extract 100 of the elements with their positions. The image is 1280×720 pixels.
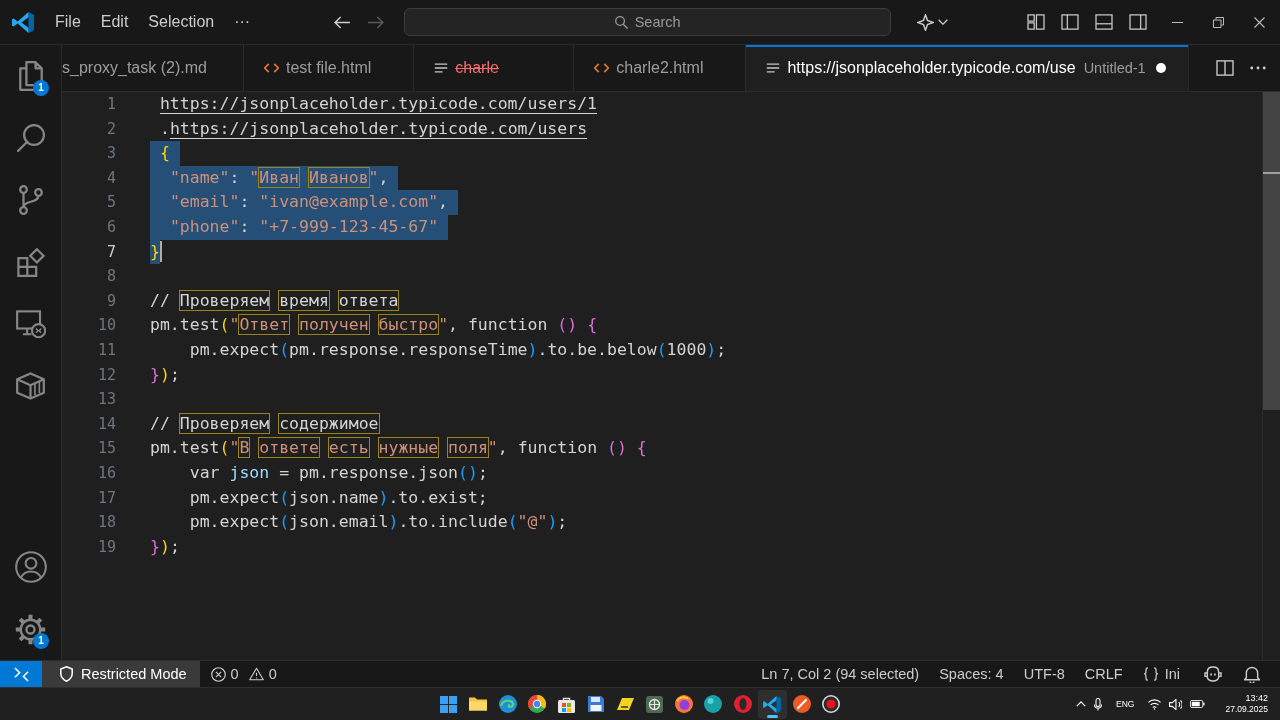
lines-icon [766,63,781,73]
ring-icon[interactable] [733,695,752,713]
wifi-icon[interactable] [1148,698,1162,710]
branch-icon[interactable] [18,185,43,215]
input-language[interactable]: ENG [1116,699,1135,709]
orb-icon[interactable] [704,695,723,713]
line-number: 8 [106,267,116,286]
line-number: 5 [106,193,116,212]
tag-icon[interactable] [616,698,634,710]
unsaved-dot-icon[interactable] [1155,63,1166,73]
blocks-icon[interactable] [16,247,45,277]
tab-description: Untitled-1 [1083,60,1146,76]
line-number: 17 [97,488,116,507]
search-icon[interactable] [16,124,45,152]
clock-date[interactable]: 27.09.2025 [1225,704,1268,715]
files-icon[interactable] [17,61,44,91]
line-number: 11 [97,340,116,359]
settings-icon[interactable] [15,613,46,645]
close-icon[interactable] [1254,16,1265,28]
line-ending-setting[interactable]: CRLF [1074,666,1133,682]
line-number: 18 [97,513,116,532]
scrollbar-thumb[interactable] [1263,92,1280,410]
monitor-icon[interactable] [15,309,46,339]
remote-button[interactable] [0,661,42,687]
start-menu-icon[interactable] [440,695,458,713]
speaker-icon[interactable] [1169,698,1183,710]
sparkle-icon[interactable] [917,13,935,31]
code-line: pm.expect(pm.response.responseTime).to.be.below(1000); [188,338,727,361]
error-icon[interactable] [210,666,226,682]
shopping-bag-icon[interactable] [558,695,575,713]
line-number: 2 [106,119,116,138]
code-line: }); [150,363,180,386]
line-number: 6 [106,217,116,236]
code-line: https://jsonplaceholder.typicode.com/users/1 [158,93,598,115]
bell-icon[interactable] [1244,665,1260,683]
line-number: 15 [97,439,116,458]
caret-icon[interactable] [938,19,949,25]
chevron-up-icon[interactable] [1076,701,1087,707]
angle-brackets-icon [594,63,610,73]
flame-circle-icon[interactable] [675,695,694,713]
encoding-setting[interactable]: UTF-8 [1013,666,1075,682]
more-icon[interactable] [1250,66,1266,70]
menu-item[interactable]: ··· [224,9,261,35]
taskbar-button[interactable] [757,689,787,719]
code-line: pm.expect(json.email).to.include("@"); [188,511,568,534]
code-line: var json = pm.response.json(); [188,461,488,484]
app-logo-icon[interactable] [11,11,34,33]
line-number: 7 [106,242,116,261]
restore-icon[interactable] [1213,16,1224,28]
split-editor-icon[interactable] [1216,60,1234,76]
battery-icon[interactable] [1190,700,1206,708]
line-number: 13 [97,390,116,409]
search-icon [614,15,628,29]
code-line: }); [150,535,180,558]
menu-item[interactable]: Edit [90,9,139,35]
color-wheel-icon[interactable] [528,695,547,713]
layout-icon[interactable] [1027,14,1045,30]
back-arrow-icon[interactable] [334,15,352,29]
angle-brackets-icon [263,63,279,73]
editor-tab[interactable]: s_proxy_task (2).md [62,45,244,91]
code-line: pm.expect(json.name).to.exist; [188,486,488,509]
restricted-mode-button[interactable]: Restricted Mode [42,661,200,687]
line-number: 16 [97,463,116,482]
language-mode[interactable]: Ini [1132,666,1190,682]
right-panel-icon[interactable] [1129,14,1147,30]
account-icon[interactable] [14,551,47,583]
pen-circle-icon[interactable] [792,695,811,713]
shield-icon [60,666,73,682]
clock-time[interactable]: 13:42 [1245,693,1268,704]
line-number: 9 [106,291,116,310]
box-icon[interactable] [16,372,45,400]
microphone-icon[interactable] [1094,697,1103,711]
menu-item[interactable]: Selection [138,9,225,35]
line-number: 3 [106,144,116,163]
folder-icon[interactable] [469,697,488,711]
cursor-position[interactable]: Ln 7, Col 2 (94 selected) [751,666,930,682]
minimize-icon[interactable] [1172,21,1183,23]
left-panel-icon[interactable] [1061,14,1079,30]
swirl-icon[interactable] [498,695,517,713]
record-icon[interactable] [822,695,841,713]
menu-item[interactable]: File [45,9,91,35]
indentation-setting[interactable]: Spaces: 4 [929,666,1014,682]
editor-tab[interactable]: https://jsonplaceholder.typicode.com/use Untitled-1 [746,45,1189,91]
code-line: // Проверяем содержимое [150,412,379,435]
robot-icon[interactable] [1204,666,1222,682]
warning-count[interactable]: 0 [268,666,277,682]
line-number: 14 [97,414,116,433]
code-line: // Проверяем время ответа [150,289,399,312]
line-number: 12 [97,365,116,384]
bottom-panel-icon[interactable] [1095,14,1113,30]
notification-count: 1 [33,80,49,96]
app-tile-icon[interactable] [646,695,664,713]
search-field[interactable]: Search [404,8,892,36]
lines-icon [434,63,449,73]
error-count[interactable]: 0 [230,666,239,682]
warning-icon[interactable] [248,667,264,681]
code-line: pm.test("Ответ получен быстро", function () { [150,314,598,337]
editor-logo-icon[interactable] [763,695,782,713]
line-number: 10 [97,316,116,335]
code-line: pm.test("В ответе есть нужные поля", function () { [150,437,647,460]
